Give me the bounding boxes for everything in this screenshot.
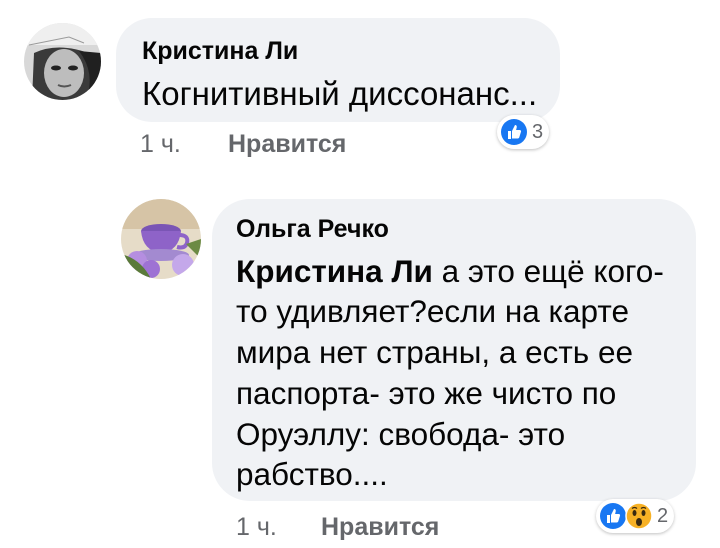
reply-text-line-6: рабство.... [236, 456, 388, 492]
avatar-kristina[interactable] [24, 23, 101, 100]
reactions-summary[interactable]: 3 [497, 115, 550, 149]
reply-author[interactable]: Ольга Речко [236, 214, 389, 244]
reply-text-line-2: то удивляет?если на карте [236, 293, 629, 329]
reply-time[interactable]: 1 ч. [236, 512, 277, 542]
wow-icon [625, 502, 653, 530]
reactions-summary[interactable]: 2 [596, 499, 675, 533]
comment-author[interactable]: Кристина Ли [142, 36, 298, 66]
like-button[interactable]: Нравится [321, 512, 439, 542]
reply-text-line-1: Кристина Ли а это ещё кого- [236, 253, 664, 289]
like-button[interactable]: Нравится [228, 129, 346, 159]
reply-text-line-5: Оруэллу: свобода- это [236, 416, 566, 452]
comment-text: Когнитивный диссонанс... [142, 75, 538, 112]
like-icon [501, 119, 527, 145]
mention-link[interactable]: Кристина Ли [236, 253, 433, 289]
reply-bubble: Ольга Речко Кристина Ли а это ещё кого- … [212, 199, 696, 501]
avatar-olga[interactable] [121, 199, 201, 279]
reply-text-line-3: мира нет страны, а есть ее [236, 334, 634, 370]
reaction-count: 2 [657, 504, 669, 527]
reply-text-line-4: паспорта- это же чисто по [236, 375, 617, 411]
comment-bubble: Кристина Ли Когнитивный диссонанс... [116, 18, 560, 122]
reaction-count: 3 [532, 120, 544, 143]
comment-time[interactable]: 1 ч. [140, 129, 181, 159]
like-icon [600, 503, 626, 529]
